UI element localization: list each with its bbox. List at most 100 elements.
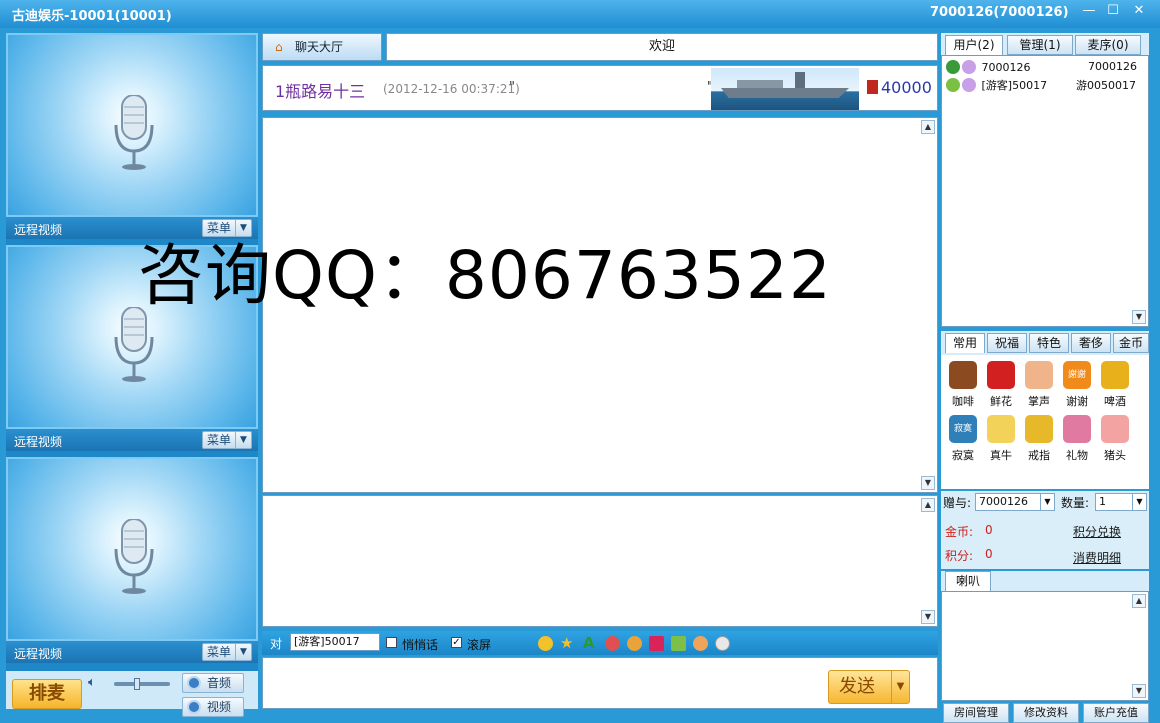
- gift-flower[interactable]: 鲜花: [982, 359, 1020, 413]
- quantity-value: 1: [1099, 495, 1106, 508]
- coffee-icon: [949, 361, 977, 389]
- message-input[interactable]: 发送 ▼: [262, 657, 938, 709]
- scroll-down-button[interactable]: ▼: [1132, 684, 1146, 698]
- give-to-select[interactable]: 7000126 ▼: [975, 493, 1055, 511]
- gift-controls: 赠与: 7000126 ▼ 数量: 1 ▼ 金币: 0 积分兑换 积分: 0 消费明…: [941, 491, 1149, 569]
- scroll-down-button[interactable]: ▼: [1132, 310, 1146, 324]
- queue-mic-button[interactable]: 排麦: [12, 679, 82, 709]
- tab-users[interactable]: 用户(2): [945, 35, 1003, 55]
- scroll-up-button[interactable]: ▲: [921, 498, 935, 512]
- gift-grid: 咖啡 鲜花 掌声 謝謝 谢谢 啤酒 寂寞 寂寞 真牛 戒指 礼物 猪头: [941, 355, 1149, 489]
- broadcast-user[interactable]: 1瓶路易十三: [275, 78, 365, 102]
- block-icon[interactable]: [605, 636, 620, 651]
- lonely-icon: 寂寞: [949, 415, 977, 443]
- volume-slider[interactable]: [114, 678, 170, 690]
- microphone-icon: [114, 519, 154, 594]
- send-button[interactable]: 发送 ▼: [828, 670, 910, 704]
- horn-messages[interactable]: ▲ ▼: [941, 591, 1149, 701]
- gift-label: 礼物: [1066, 449, 1088, 462]
- gift-awesome[interactable]: 真牛: [982, 413, 1020, 467]
- private-chat-panel[interactable]: ▲ ▼: [262, 495, 938, 627]
- chevron-down-icon: ▼: [1132, 494, 1146, 510]
- video-slot-2-menu-button[interactable]: 菜单 ▼: [202, 431, 252, 449]
- user-tabs: 用户(2) 管理(1) 麦序(0): [941, 33, 1149, 55]
- gift-beer[interactable]: 啤酒: [1096, 359, 1134, 413]
- close-button[interactable]: ✕: [1128, 3, 1150, 19]
- speaker-icon: 🔈︎: [88, 675, 96, 690]
- gift-present[interactable]: 礼物: [1058, 413, 1096, 467]
- microphone-icon: [114, 307, 154, 382]
- scroll-down-button[interactable]: ▼: [921, 476, 935, 490]
- gift-ring[interactable]: 戒指: [1020, 413, 1058, 467]
- scroll-up-button[interactable]: ▲: [921, 120, 935, 134]
- tab-mic-queue[interactable]: 麦序(0): [1075, 35, 1141, 55]
- user-avatar-icon: [946, 60, 960, 74]
- scroll-down-button[interactable]: ▼: [921, 610, 935, 624]
- recipient-value: [游客]50017: [294, 635, 360, 648]
- chevron-down-icon: ▼: [235, 432, 251, 448]
- image-icon[interactable]: [671, 636, 686, 651]
- tab-common[interactable]: 常用: [945, 333, 985, 353]
- chat-toolbar: 对 [游客]50017 悄悄话 ✓ 滚屏 ★ A: [262, 631, 938, 655]
- gift-pig-head[interactable]: 猪头: [1096, 413, 1134, 467]
- gift-label: 咖啡: [952, 395, 974, 408]
- list-item[interactable]: 7000126 7000126: [946, 60, 1146, 76]
- points-exchange-link[interactable]: 积分兑换: [1073, 523, 1121, 540]
- points-value: 0: [985, 547, 993, 561]
- gift-icon[interactable]: [649, 636, 664, 651]
- scroll-checkbox[interactable]: ✓: [451, 637, 462, 648]
- video-button[interactable]: 视频: [182, 697, 244, 717]
- list-item[interactable]: [游客]50017 游0050017: [946, 77, 1146, 93]
- tab-blessing[interactable]: 祝福: [987, 333, 1027, 353]
- emoticon-icon[interactable]: [538, 636, 553, 651]
- horn-tabs: 喇叭: [941, 571, 1149, 591]
- chat-area: ⌂ 聊天大厅 欢迎 1瓶路易十三 (2012-12-16 00:37:21) "…: [262, 33, 938, 709]
- whisper-checkbox[interactable]: [386, 637, 397, 648]
- chevron-down-icon[interactable]: ▼: [891, 671, 909, 703]
- audio-button[interactable]: 音频: [182, 673, 244, 693]
- broadcast-bar: 1瓶路易十三 (2012-12-16 00:37:21) " " 40000: [262, 65, 938, 111]
- spending-details-link[interactable]: 消费明细: [1073, 549, 1121, 566]
- tab-chat-hall[interactable]: ⌂ 聊天大厅: [262, 33, 382, 61]
- video-slot-3-bar: 远程视频 菜单 ▼: [6, 641, 258, 663]
- user-list[interactable]: 7000126 7000126 [游客]50017 游0050017 ▼: [941, 55, 1149, 327]
- scroll-label: 滚屏: [467, 638, 492, 652]
- tab-luxury[interactable]: 奢侈: [1071, 333, 1111, 353]
- gold-label: 金币:: [945, 525, 974, 539]
- gift-applause[interactable]: 掌声: [1020, 359, 1058, 413]
- give-to-label: 赠与:: [943, 496, 972, 510]
- tab-special[interactable]: 特色: [1029, 333, 1069, 353]
- quantity-label: 数量:: [1061, 496, 1090, 510]
- star-icon[interactable]: ★: [560, 634, 573, 652]
- welcome-banner: 欢迎: [386, 33, 938, 61]
- tab-admins[interactable]: 管理(1): [1007, 35, 1073, 55]
- chevron-down-icon: ▼: [235, 644, 251, 660]
- gift-label: 谢谢: [1066, 395, 1088, 408]
- video-slot-3[interactable]: [6, 457, 258, 641]
- account-recharge-button[interactable]: 账户充值: [1083, 703, 1149, 723]
- gear-icon: [187, 700, 201, 714]
- recipient-select[interactable]: [游客]50017: [290, 633, 380, 651]
- room-management-button[interactable]: 房间管理: [943, 703, 1009, 723]
- video-slot-1[interactable]: [6, 33, 258, 217]
- tab-horn[interactable]: 喇叭: [945, 571, 991, 591]
- video-slot-3-menu-button[interactable]: 菜单 ▼: [202, 643, 252, 661]
- face-icon[interactable]: [693, 636, 708, 651]
- edit-profile-button[interactable]: 修改资料: [1013, 703, 1079, 723]
- maximize-button[interactable]: ☐: [1102, 3, 1124, 19]
- quantity-select[interactable]: 1 ▼: [1095, 493, 1147, 511]
- font-icon[interactable]: A: [583, 634, 595, 652]
- badge-icon: [867, 80, 878, 94]
- gift-coffee[interactable]: 咖啡: [944, 359, 982, 413]
- gift-thanks[interactable]: 謝謝 谢谢: [1058, 359, 1096, 413]
- scroll-up-button[interactable]: ▲: [1132, 594, 1146, 608]
- tab-gold[interactable]: 金币: [1113, 333, 1149, 353]
- flower-icon: [987, 361, 1015, 389]
- minimize-button[interactable]: —: [1078, 3, 1100, 19]
- brush-icon[interactable]: [627, 636, 642, 651]
- video-slot-1-label: 远程视频: [14, 223, 63, 237]
- watermark-text: 咨询QQ：806763522: [138, 237, 832, 314]
- dice-icon[interactable]: [715, 636, 730, 651]
- volume-slider-handle[interactable]: [134, 678, 140, 690]
- gift-lonely[interactable]: 寂寞 寂寞: [944, 413, 982, 467]
